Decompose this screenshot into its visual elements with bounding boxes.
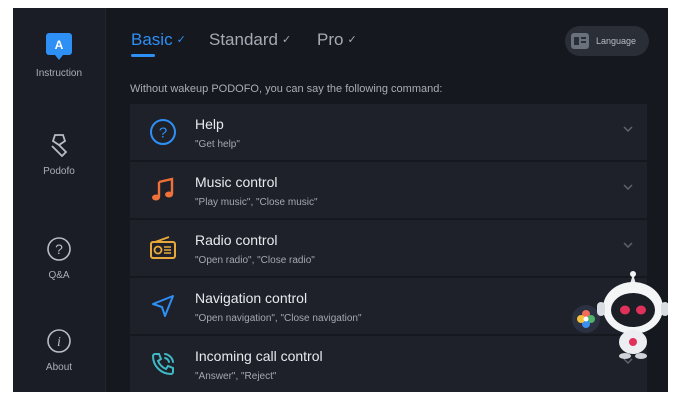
sidebar: A Instruction Podofo ? Q&A i About <box>13 8 106 392</box>
navigation-arrow-icon <box>148 291 178 321</box>
command-item-incoming-call[interactable]: Incoming call control "Answer", "Reject" <box>130 336 647 392</box>
tab-pro[interactable]: Pro ✓ <box>317 30 357 50</box>
sidebar-item-podofo[interactable]: Podofo <box>13 130 105 177</box>
command-title: Navigation control <box>195 290 308 306</box>
sidebar-item-label: Podofo <box>43 166 75 177</box>
info-icon: i <box>44 326 74 356</box>
language-icon <box>571 33 589 49</box>
radio-icon <box>148 233 178 263</box>
sidebar-item-qa[interactable]: ? Q&A <box>13 234 105 281</box>
tab-basic[interactable]: Basic ✓ <box>131 30 186 57</box>
check-icon: ✓ <box>282 34 292 46</box>
command-title: Incoming call control <box>195 348 323 364</box>
command-title: Radio control <box>195 232 278 248</box>
sidebar-item-label: About <box>45 362 73 373</box>
main-panel: Basic ✓ Standard ✓ Pro ✓ Language Without w… <box>105 8 668 392</box>
command-title: Music control <box>195 174 278 190</box>
chevron-down-icon[interactable] <box>623 126 633 132</box>
help-icon-glyph: ? <box>159 125 167 142</box>
music-note-icon <box>148 175 178 205</box>
command-item-music[interactable]: Music control "Play music", "Close music… <box>130 162 647 219</box>
question-icon: ? <box>44 234 74 264</box>
sidebar-item-label: Instruction <box>35 68 83 79</box>
tab-standard[interactable]: Standard ✓ <box>209 30 291 50</box>
instruction-icon-glyph: A <box>55 38 64 52</box>
command-item-radio[interactable]: Radio control "Open radio", "Close radio… <box>130 220 647 277</box>
command-title: Help <box>195 116 224 132</box>
command-subtitle: "Play music", "Close music" <box>195 197 318 208</box>
check-icon: ✓ <box>347 34 357 46</box>
sidebar-item-label: Q&A <box>48 270 70 281</box>
chevron-down-icon[interactable] <box>623 184 633 190</box>
robot-assistant[interactable] <box>593 270 668 360</box>
question-icon-glyph: ? <box>55 241 63 257</box>
info-icon-glyph: i <box>57 335 61 350</box>
intro-text: Without wakeup PODOFO, you can say the f… <box>130 83 443 95</box>
tab-label: Pro <box>317 30 344 49</box>
language-button[interactable]: Language <box>565 26 649 56</box>
phone-call-icon <box>148 349 178 379</box>
robot-icon <box>597 271 668 359</box>
help-icon: ? <box>148 117 178 147</box>
command-subtitle: "Open navigation", "Close navigation" <box>195 313 362 324</box>
language-label: Language <box>596 36 637 46</box>
check-icon: ✓ <box>176 34 186 46</box>
command-subtitle: "Get help" <box>195 139 240 150</box>
command-list: ? Help "Get help" Music control "Play mu… <box>130 104 647 392</box>
sidebar-item-about[interactable]: i About <box>13 326 105 373</box>
sidebar-item-instruction[interactable]: A Instruction <box>13 32 105 79</box>
app-screen: A Instruction Podofo ? Q&A i About Basic… <box>13 8 668 392</box>
podofo-icon <box>44 130 74 160</box>
command-item-navigation[interactable]: Navigation control "Open navigation", "C… <box>130 278 647 335</box>
instruction-icon: A <box>44 32 74 62</box>
command-item-help[interactable]: ? Help "Get help" <box>130 104 647 161</box>
command-subtitle: "Answer", "Reject" <box>195 371 277 382</box>
tab-label: Standard <box>209 30 278 49</box>
command-subtitle: "Open radio", "Close radio" <box>195 255 315 266</box>
active-tab-indicator <box>131 54 155 57</box>
chevron-down-icon[interactable] <box>623 242 633 248</box>
tab-label: Basic <box>131 30 173 49</box>
